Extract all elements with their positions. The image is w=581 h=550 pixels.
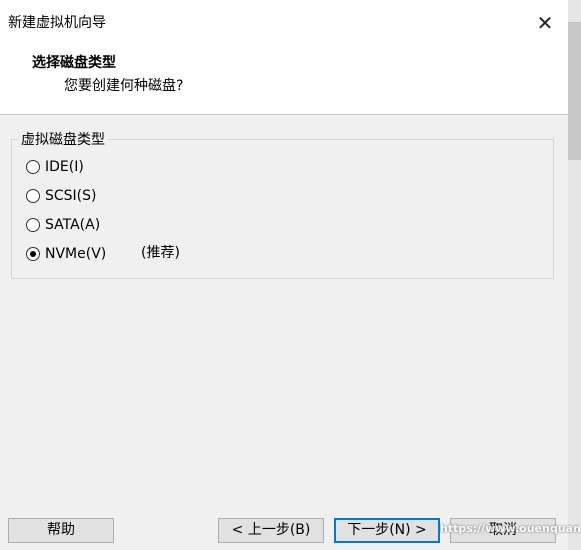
radio-label-nvme: NVMe(V) <box>45 246 107 262</box>
radio-label-ide: IDE(I) <box>45 159 84 175</box>
radio-button-selected[interactable] <box>26 247 40 261</box>
radio-button[interactable] <box>26 160 40 174</box>
scrollbar-thumb[interactable] <box>568 22 581 160</box>
radio-option-nvme[interactable]: NVMe(V) <box>26 243 106 265</box>
radio-button[interactable] <box>26 189 40 203</box>
wizard-header: 选择磁盘类型 您要创建何种磁盘? <box>0 46 568 115</box>
close-icon[interactable]: ✕ <box>528 8 562 38</box>
page-subtitle: 您要创建何种磁盘? <box>64 78 184 94</box>
recommended-note: (推荐) <box>141 245 180 261</box>
title-bar: 新建虚拟机向导 ✕ <box>0 0 568 46</box>
page-title: 选择磁盘类型 <box>32 55 116 71</box>
radio-label-scsi: SCSI(S) <box>45 188 97 204</box>
radio-label-sata: SATA(A) <box>45 217 101 233</box>
radio-button[interactable] <box>26 218 40 232</box>
window-title: 新建虚拟机向导 <box>8 15 106 31</box>
help-button[interactable]: 帮助 <box>8 518 114 543</box>
radio-option-ide[interactable]: IDE(I) <box>26 156 84 178</box>
back-button[interactable]: < 上一步(B) <box>218 518 324 543</box>
radio-option-scsi[interactable]: SCSI(S) <box>26 185 97 207</box>
radio-option-sata[interactable]: SATA(A) <box>26 214 100 236</box>
watermark: https://www.ouenquanclub.com <box>440 522 580 535</box>
next-button[interactable]: 下一步(N) > <box>334 518 440 543</box>
disk-type-group-label: 虚拟磁盘类型 <box>18 129 108 149</box>
